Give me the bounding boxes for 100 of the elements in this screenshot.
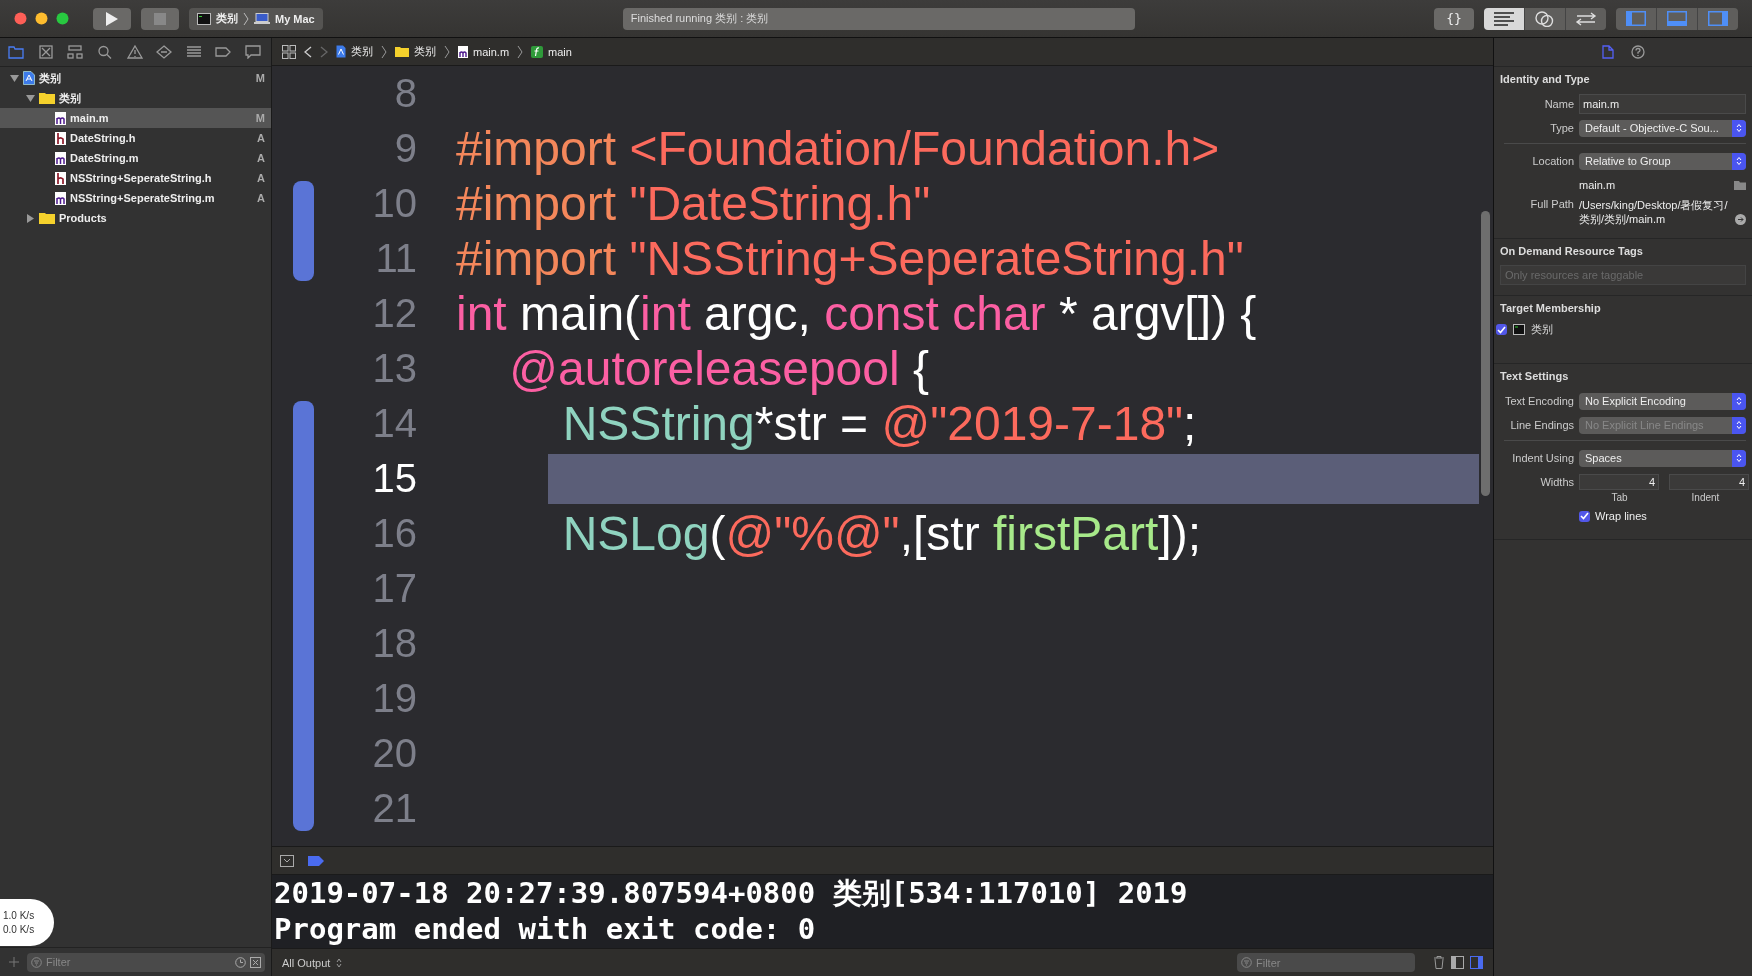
issues-tab-icon[interactable] <box>126 45 143 59</box>
wrap-lines-checkbox[interactable] <box>1579 510 1590 522</box>
right-pane-icon[interactable] <box>1470 956 1483 969</box>
tests-tab-icon[interactable] <box>156 45 173 59</box>
console-filter-field[interactable]: Filter <box>1237 953 1415 972</box>
field-label: Type <box>1549 122 1574 134</box>
symbols-tab-icon[interactable] <box>67 45 84 59</box>
disclosure-down-icon[interactable] <box>26 93 35 103</box>
line-number: 16 <box>371 511 417 556</box>
breadcrumb[interactable]: main.m <box>458 45 510 58</box>
disclosure-right-icon[interactable] <box>26 213 35 223</box>
breadcrumb[interactable]: main <box>531 45 572 58</box>
breadcrumb[interactable]: 类别 <box>395 44 436 59</box>
back-icon[interactable] <box>304 45 312 58</box>
chevron-icon <box>381 44 387 59</box>
updown-icon <box>1732 152 1746 170</box>
file-row[interactable]: DateString.h A <box>0 128 271 148</box>
file-row[interactable]: DateString.m A <box>0 148 271 168</box>
assistant-editor-button[interactable] <box>1525 7 1565 30</box>
file-row[interactable]: NSString+SeperateString.m A <box>0 188 271 208</box>
download-speed: 0.0 K/s <box>3 924 36 935</box>
line-number: 14 <box>371 401 417 446</box>
run-button[interactable] <box>93 7 131 30</box>
line-number: 20 <box>371 731 417 776</box>
file-row[interactable]: 类别 <box>0 88 271 108</box>
reports-tab-icon[interactable] <box>245 45 261 59</box>
circles-icon <box>1535 10 1555 27</box>
forward-icon[interactable] <box>320 45 328 58</box>
debug-tab-icon[interactable] <box>185 45 202 59</box>
updown-icon[interactable] <box>336 957 343 968</box>
left-panel-button[interactable] <box>1616 7 1656 30</box>
code-line: #import "NSString+SeperateString.h" <box>456 233 1245 284</box>
help-tab-icon[interactable] <box>1631 45 1645 59</box>
tab-width-field[interactable]: 4 <box>1579 474 1659 490</box>
indent-popup[interactable]: Spaces <box>1579 449 1746 467</box>
code-line: NSLog(@"%@",[str firstPart]); <box>561 508 1202 559</box>
field-caption: Indent <box>1690 491 1721 503</box>
section-title: Text Settings <box>1500 370 1570 382</box>
function-icon <box>531 45 544 58</box>
lines-icon <box>1494 11 1514 26</box>
line-number: 8 <box>393 71 417 116</box>
name-field[interactable]: main.m <box>1579 94 1746 114</box>
field-label: Line Endings <box>1509 419 1574 431</box>
code-line: @autoreleasepool { <box>508 343 931 394</box>
terminal-icon <box>197 12 211 25</box>
project-file-icon <box>23 71 35 85</box>
code-review-button[interactable]: {} <box>1434 7 1474 30</box>
disclosure-down-icon[interactable] <box>10 73 19 83</box>
trash-icon[interactable] <box>1433 956 1445 969</box>
document-tab-icon[interactable] <box>1601 45 1615 59</box>
filter-icon <box>31 956 42 968</box>
breadcrumb[interactable]: 类别 <box>336 44 373 59</box>
filter-field[interactable]: Filter <box>27 952 265 972</box>
close-button[interactable] <box>14 12 27 25</box>
encoding-popup[interactable]: No Explicit Encoding <box>1579 392 1746 410</box>
reveal-arrow-icon[interactable] <box>1735 214 1746 225</box>
zoom-button[interactable] <box>56 12 69 25</box>
scheme-selector[interactable]: 类别 My Mac <box>189 7 323 30</box>
output-scope-selector[interactable]: All Output <box>282 956 331 969</box>
line-number: 9 <box>393 126 417 171</box>
target-name: 类别 <box>1531 322 1553 337</box>
file-row[interactable]: 类别 M <box>0 68 271 88</box>
play-icon <box>105 10 119 27</box>
project-file-icon <box>336 45 346 58</box>
clock-icon[interactable] <box>235 956 246 968</box>
stop-button[interactable] <box>141 7 179 30</box>
type-popup[interactable]: Default - Objective-C Sou... <box>1579 119 1746 137</box>
standard-editor-button[interactable] <box>1484 7 1524 30</box>
folder-tab-icon[interactable] <box>8 45 24 59</box>
filter-input[interactable]: Filter <box>1256 954 1411 971</box>
search-tab-icon[interactable] <box>96 45 113 59</box>
hide-debug-area-icon[interactable] <box>280 854 294 867</box>
left-pane-icon[interactable] <box>1451 956 1464 969</box>
line-number: 21 <box>371 786 417 831</box>
field-label: Name <box>1543 98 1574 110</box>
version-editor-button[interactable] <box>1566 7 1606 30</box>
chevron-icon <box>243 11 249 26</box>
indent-width-field[interactable]: 4 <box>1669 474 1749 490</box>
minimize-button[interactable] <box>35 12 48 25</box>
chevron-icon <box>444 44 450 59</box>
checkbox-label: Wrap lines <box>1595 510 1648 522</box>
folder-icon <box>395 46 409 57</box>
folder-icon[interactable] <box>1734 180 1746 190</box>
file-row[interactable]: NSString+SeperateString.h A <box>0 168 271 188</box>
file-row[interactable]: main.m M <box>0 108 271 128</box>
line-number: 10 <box>371 181 417 226</box>
breakpoints-tab-icon[interactable] <box>215 45 232 59</box>
bottom-panel-button[interactable] <box>1657 7 1697 30</box>
line-number: 15 <box>371 456 417 501</box>
right-panel-button[interactable] <box>1698 7 1738 30</box>
field-label: Widths <box>1539 476 1574 488</box>
grid-icon[interactable] <box>282 44 296 59</box>
filter-input[interactable]: Filter <box>46 953 231 971</box>
target-checkbox[interactable] <box>1496 324 1507 335</box>
breakpoint-icon[interactable] <box>308 855 324 866</box>
line-number: 12 <box>371 291 417 336</box>
location-popup[interactable]: Relative to Group <box>1579 152 1746 170</box>
file-row[interactable]: Products <box>0 208 271 228</box>
line-number: 13 <box>371 346 417 391</box>
line-number: 17 <box>371 566 417 611</box>
